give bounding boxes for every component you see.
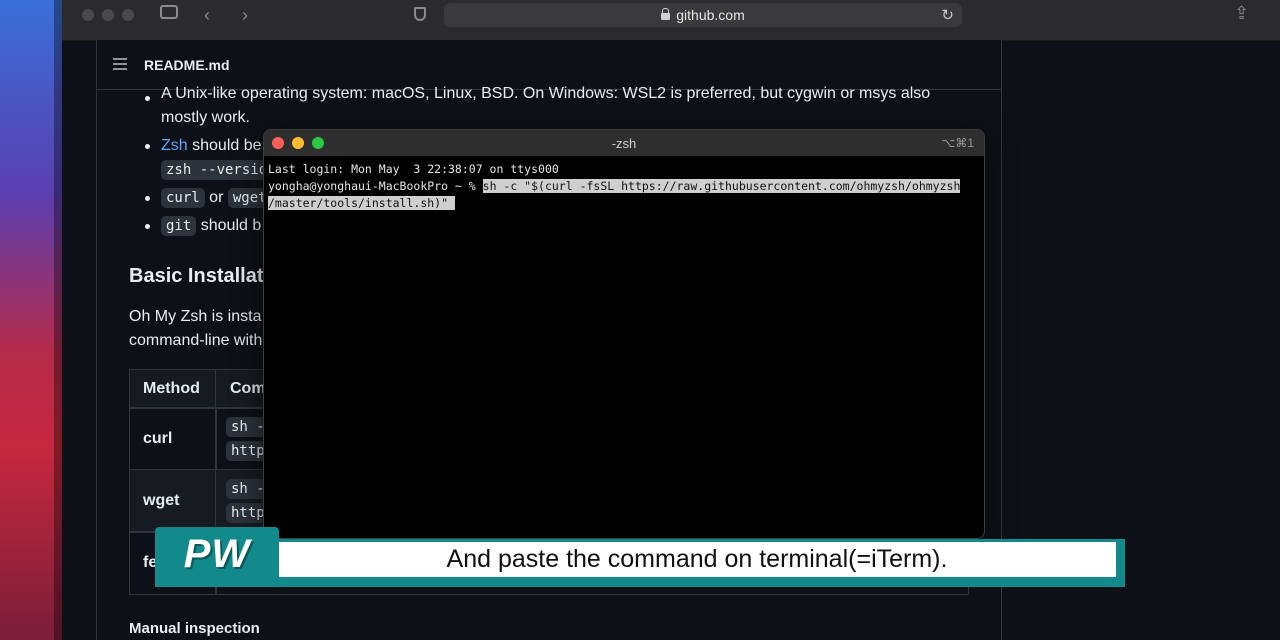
readme-filename: README.md	[144, 57, 230, 73]
zsh-link[interactable]: Zsh	[161, 137, 188, 154]
requirement-os-line1: A Unix-like operating system: macOS, Lin…	[161, 85, 931, 102]
bullet-dot	[145, 144, 150, 149]
shell-prompt: yongha@yonghaui-MacBookPro ~ %	[268, 179, 483, 193]
zsh-version-line: zsh --versio	[161, 160, 273, 180]
window-minimize-dot[interactable]	[102, 9, 114, 21]
last-login-line: Last login: Mon May 3 22:38:07 on ttys00…	[268, 162, 559, 176]
bullet-dot	[145, 224, 150, 229]
table-header-command: Com	[230, 380, 266, 397]
terminal-window[interactable]: -zsh ⌥⌘1 Last login: Mon May 3 22:38:07 …	[263, 129, 985, 539]
terminal-shortcut: ⌥⌘1	[941, 136, 974, 150]
or-text: or	[209, 189, 224, 206]
requirement-zsh: Zsh should be	[161, 137, 262, 155]
requirement-os-line2: mostly work.	[161, 109, 250, 126]
table-row: curl	[129, 407, 217, 471]
table-row: wget	[129, 469, 217, 533]
privacy-shield-icon[interactable]	[414, 7, 426, 21]
window-zoom-dot[interactable]	[122, 9, 134, 21]
bullet-dot	[145, 196, 150, 201]
bullet-dot	[145, 96, 150, 101]
pasted-command-line1: sh -c "$(curl -fsSL https://raw.githubus…	[482, 179, 961, 193]
forward-chevron-icon[interactable]: ›	[242, 6, 248, 24]
share-icon[interactable]: ⇪	[1234, 4, 1249, 22]
table-header-method-cell: Method	[129, 369, 217, 409]
back-chevron-icon[interactable]: ‹	[204, 6, 210, 24]
command-continuation-line: /master/tools/install.sh)"	[268, 195, 980, 212]
desktop-wallpaper-strip	[0, 0, 62, 640]
curl-code: curl	[161, 188, 205, 208]
heading-basic-installation: Basic Installati	[129, 265, 270, 287]
window-close-dot[interactable]	[82, 9, 94, 21]
install-paragraph-line1: Oh My Zsh is insta	[129, 308, 262, 325]
requirement-git: git should b	[161, 216, 262, 236]
pasted-command-line2: /master/tools/install.sh)"	[268, 196, 455, 210]
method-curl: curl	[143, 430, 173, 447]
reload-icon[interactable]: ↻	[941, 6, 954, 24]
method-wget: wget	[143, 492, 180, 509]
install-paragraph-line2: command-line with	[129, 332, 263, 349]
url-text: github.com	[676, 7, 745, 23]
browser-toolbar: ‹ › github.com ↻ ⇪	[62, 0, 1280, 41]
heading-manual-inspection: Manual inspection	[129, 620, 260, 637]
subtitle-text: And paste the command on terminal(=iTerm…	[446, 545, 948, 573]
list-icon[interactable]	[113, 58, 127, 70]
requirement-zsh-text: should be	[192, 137, 262, 154]
prompt-line: yongha@yonghaui-MacBookPro ~ % sh -c "$(…	[268, 178, 980, 195]
git-code: git	[161, 216, 197, 236]
address-bar[interactable]: github.com ↻	[444, 3, 962, 27]
sidebar-toggle-icon[interactable]	[160, 5, 178, 19]
zsh-version-code: zsh --versio	[161, 160, 273, 180]
terminal-titlebar[interactable]: -zsh ⌥⌘1	[264, 130, 984, 156]
terminal-output[interactable]: Last login: Mon May 3 22:38:07 on ttys00…	[268, 161, 980, 212]
subtitle-badge-text: PW	[183, 532, 251, 576]
readme-header: README.md	[97, 40, 1001, 90]
requirement-curl-wget: curl or wget	[161, 188, 272, 208]
terminal-title: -zsh	[611, 136, 637, 151]
requirement-git-text: should b	[200, 217, 262, 234]
table-header-method: Method	[143, 380, 200, 397]
lock-icon	[661, 8, 671, 20]
